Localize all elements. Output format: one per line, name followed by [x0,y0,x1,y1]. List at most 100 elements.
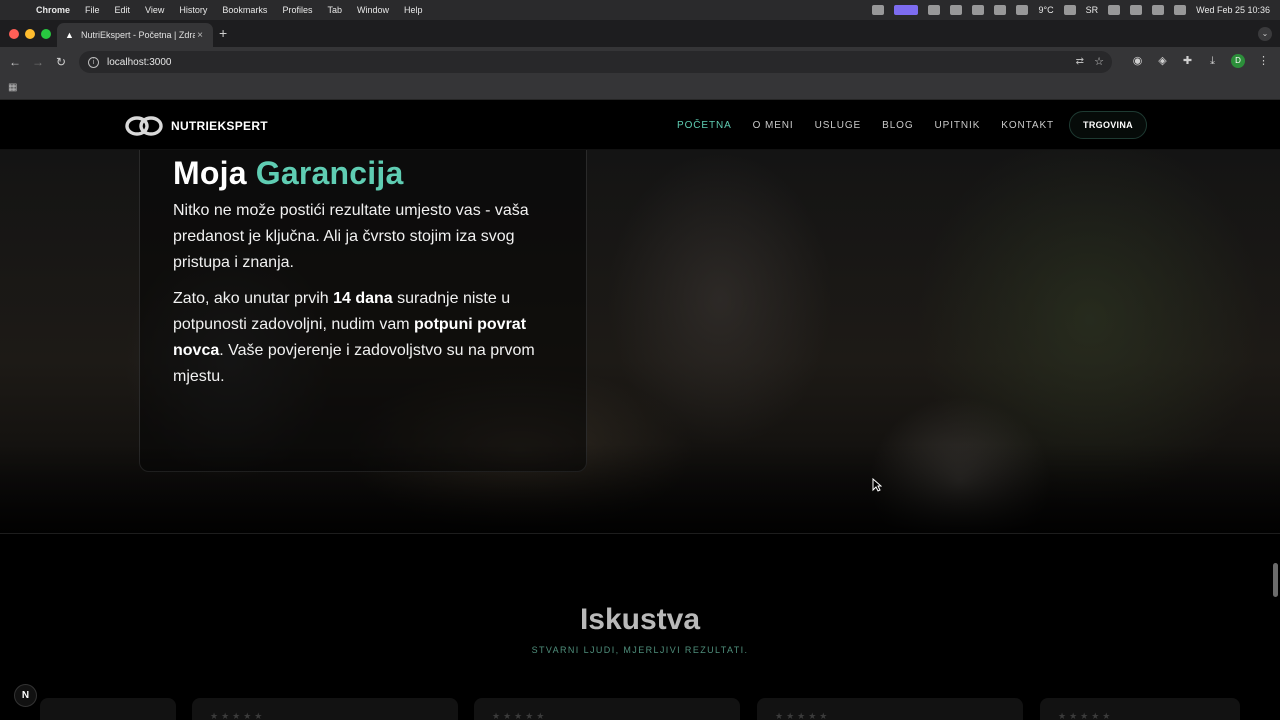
toolbar-extensions: ◉ ◈ ✚ ⤓ D ⋮ [1131,54,1270,68]
nav-link-services[interactable]: USLUGE [815,120,862,131]
menu-view[interactable]: View [145,5,164,15]
rating-stars-icon: ★★★★★ [210,711,266,720]
shop-button[interactable]: TRGOVINA [1069,111,1147,139]
menu-app-chrome[interactable]: Chrome [36,5,70,15]
pattern-icon[interactable] [950,5,963,15]
control-center-icon[interactable] [1174,5,1187,15]
rating-stars-icon: ★★★★★ [1058,711,1114,720]
guarantee-p2-text: . Vaše povjerenje i zadovoljstvo su na p… [219,342,535,359]
nav-link-contact[interactable]: KONTAKT [1001,120,1054,131]
menu-bookmarks[interactable]: Bookmarks [222,5,267,15]
site-info-icon[interactable]: i [88,56,99,68]
guarantee-card: Moja Garancija Nitko ne može postići rez… [139,150,587,472]
browser-tab-strip: ▲ NutriEkspert - Početna | Zdra × + ⌄ [0,20,1280,47]
back-button[interactable]: ← [9,55,21,69]
menu-tab[interactable]: Tab [327,5,342,15]
guarantee-paragraph-2: Zato, ako unutar prvih 14 dana suradnje … [173,286,553,390]
section-divider [0,533,1280,534]
menu-history[interactable]: History [179,5,207,15]
guarantee-title-accent: Garancija [255,155,404,191]
nav-link-questionnaire[interactable]: UPITNIK [935,120,981,131]
guarantee-p1-line: predanost je ključna. Ali ja čvrsto stoj… [173,228,515,245]
nextjs-dev-indicator[interactable]: N [14,684,37,707]
guarantee-refund-highlight: potpuni povrat [414,316,527,333]
page-scrollbar-thumb[interactable] [1273,563,1278,597]
nav-link-about[interactable]: O MENI [753,120,794,131]
downloads-icon[interactable]: ⤓ [1206,55,1219,68]
new-tab-button[interactable]: + [219,25,227,41]
nutriekspert-logo-icon[interactable] [124,115,164,137]
feather-icon[interactable] [1016,5,1029,15]
guarantee-p2-text: Zato, ako unutar prvih [173,290,334,307]
nav-link-home[interactable]: POČETNA [677,120,732,131]
bookmarks-bar: ▦ [0,77,1280,100]
more-menu-icon[interactable]: ⋮ [1257,55,1270,68]
camera-extension-icon[interactable]: ◉ [1131,55,1144,68]
guarantee-p2-text: potpunosti zadovoljni, nudim vam [173,316,415,333]
translate-icon[interactable]: ⇄ [1076,56,1084,67]
logo-wordmark[interactable]: NUTRIEKSPERT [171,119,268,133]
tab-close-icon[interactable]: × [195,30,205,41]
keyboard-layout-indicator[interactable]: SR [1086,5,1099,15]
extensions-puzzle-icon[interactable]: ✚ [1181,55,1194,68]
macos-menu-bar: Chrome File Edit View History Bookmarks … [0,0,1280,20]
site-header: NUTRIEKSPERT POČETNA O MENI USLUGE BLOG … [0,101,1280,150]
testimonial-card[interactable]: ★★★★★ [474,698,740,720]
testimonial-card[interactable]: ★★★★★ [1040,698,1240,720]
spotlight-search-icon[interactable] [1152,5,1165,15]
menubar-clock[interactable]: Wed Feb 25 10:36 [1196,5,1270,15]
guarantee-title: Moja Garancija [173,155,403,192]
wifi-icon[interactable] [1130,5,1143,15]
address-bar-url[interactable]: localhost:3000 [107,57,172,68]
mouse-cursor-icon [872,478,882,492]
menu-window[interactable]: Window [357,5,389,15]
guarantee-days-highlight: 14 dana [333,290,393,307]
testimonials-title: Iskustva [579,603,701,636]
testimonials-subtitle: STVARNI LJUDI, MJERLJIVI REZULTATI. [531,645,749,655]
menu-edit[interactable]: Edit [115,5,131,15]
menu-profiles[interactable]: Profiles [282,5,312,15]
profile-avatar[interactable]: D [1231,54,1245,68]
browser-tab-active[interactable]: ▲ NutriEkspert - Početna | Zdra × [57,23,213,47]
guarantee-p2-text: mjestu. [173,368,225,385]
testimonial-card[interactable]: ★★★★★ [192,698,458,720]
browser-toolbar: ← → ↻ i localhost:3000 ⇄ ☆ ◉ ◈ ✚ ⤓ D ⋮ [0,47,1280,77]
window-zoom-button[interactable] [41,29,51,39]
guarantee-title-prefix: Moja [173,155,247,191]
rating-stars-icon: ★★★★★ [492,711,548,720]
window-minimize-button[interactable] [25,29,35,39]
reload-button[interactable]: ↻ [56,55,66,69]
forward-button[interactable]: → [32,55,44,69]
stage-manager-icon[interactable] [894,5,919,15]
bookmark-star-icon[interactable]: ☆ [1094,55,1104,68]
guarantee-paragraph-1: Nitko ne može postići rezultate umjesto … [173,198,553,276]
chat-icon[interactable] [928,5,941,15]
battery-icon[interactable] [1108,5,1121,15]
grammar-icon[interactable] [994,5,1007,15]
apps-grid-icon[interactable]: ▦ [8,83,18,93]
guarantee-p2-text: suradnje niste u [392,290,511,307]
page-viewport: NUTRIEKSPERT POČETNA O MENI USLUGE BLOG … [0,101,1280,720]
menu-file[interactable]: File [85,5,100,15]
cloud-icon[interactable] [972,5,985,15]
hero-bottom-fade [0,444,1280,534]
menu-help[interactable]: Help [404,5,423,15]
play-icon[interactable] [1063,5,1076,15]
nav-link-blog[interactable]: BLOG [882,120,913,131]
site-favicon-icon: ▲ [65,30,74,40]
guarantee-p1-line: Nitko ne može postići rezultate umjesto … [173,202,529,219]
creative-cloud-icon[interactable] [872,5,885,15]
testimonial-card[interactable]: ★★★★★ [757,698,1023,720]
tab-search-chevron-icon[interactable]: ⌄ [1258,27,1272,41]
guarantee-p1-line: pristupa i znanja. [173,254,294,271]
testimonial-card[interactable] [40,698,176,720]
window-close-button[interactable] [9,29,19,39]
shield-extension-icon[interactable]: ◈ [1156,55,1169,68]
rating-stars-icon: ★★★★★ [775,711,831,720]
tab-title: NutriEkspert - Početna | Zdra [81,30,195,40]
status-menus: 9°C SR Wed Feb 25 10:36 [872,0,1270,20]
main-navigation: POČETNA O MENI USLUGE BLOG UPITNIK KONTA… [677,120,1054,131]
address-bar[interactable]: i localhost:3000 ⇄ ☆ [79,51,1112,73]
weather-temperature[interactable]: 9°C [1038,5,1053,15]
guarantee-section: Moja Garancija Nitko ne može postići rez… [0,150,1280,534]
